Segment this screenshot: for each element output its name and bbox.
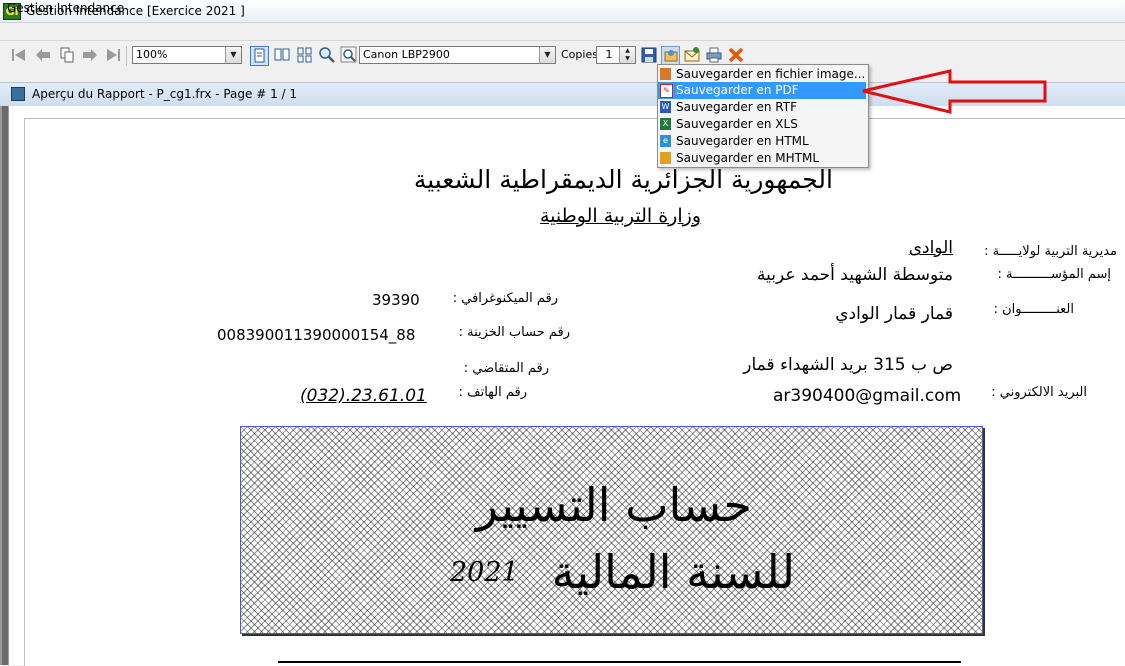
envelope-icon <box>684 47 700 62</box>
image-icon <box>660 68 671 80</box>
phone-value: (032).23.61.01 <box>300 386 427 406</box>
multi-pages-view-button[interactable] <box>296 46 314 64</box>
export-button[interactable] <box>661 46 680 66</box>
single-page-view-button[interactable] <box>250 46 269 66</box>
chevron-down-icon: ▼ <box>539 47 555 63</box>
micro-value: 39390 <box>372 291 420 309</box>
report-title-line1: حساب التسيير <box>475 478 752 532</box>
pages-icon <box>60 47 74 63</box>
address-value: قمار قمار الوادي <box>835 304 953 324</box>
table-top-border <box>278 661 961 663</box>
single-page-icon <box>254 48 265 63</box>
toolbar-separator <box>126 46 127 66</box>
treasury-label: رقم حساب الخزينة : <box>458 325 570 340</box>
institution-value: متوسطة الشهيد أحمد عربية <box>757 265 953 285</box>
annotation-arrow <box>862 69 1047 114</box>
html-icon: e <box>660 135 671 147</box>
menu-gestion-intendance[interactable]: Gestion Intendance <box>7 1 124 15</box>
save-button[interactable] <box>640 46 658 64</box>
printer-value: Canon LBP2900 <box>363 48 450 61</box>
copies-label: Copies <box>561 48 598 61</box>
email-value: ar390400@gmail.com <box>773 386 962 406</box>
micro-label: رقم الميكنوغرافي : <box>452 291 558 306</box>
chevron-down-icon: ▼ <box>225 47 241 63</box>
red-arrow-shape <box>862 69 1047 114</box>
wilaya-label: مديرية التربية لولايـــــة : <box>984 244 1117 259</box>
close-preview-button[interactable] <box>727 46 745 64</box>
wilaya-value: الوادى <box>908 238 953 258</box>
pdf-icon: ✎ <box>660 84 673 98</box>
last-page-icon <box>107 49 120 61</box>
xls-icon: X <box>660 118 671 130</box>
menu-item-save-html[interactable]: e Sauvegarder en HTML <box>658 133 866 150</box>
close-icon <box>728 47 744 63</box>
address-label: العنـــــــــوان : <box>993 302 1074 317</box>
floppy-disk-icon <box>641 47 657 63</box>
spin-arrows-icon: ▲ ▼ <box>619 47 635 63</box>
goto-page-button[interactable] <box>58 46 76 64</box>
copies-stepper[interactable]: 1 ▲ ▼ <box>596 46 636 64</box>
multi-pages-icon <box>297 47 312 63</box>
menu-item-save-rtf[interactable]: W Sauvegarder en RTF <box>658 99 866 116</box>
zoom-button[interactable] <box>318 46 336 64</box>
zoom-value: 100% <box>136 48 168 61</box>
rtf-icon: W <box>660 101 671 113</box>
mhtml-icon <box>660 152 671 164</box>
report-header-ministry: وزارة التربية الوطنية <box>540 205 701 227</box>
copies-value: 1 <box>605 48 613 61</box>
report-title-line2: للسنة المالية <box>551 545 795 599</box>
print-button[interactable] <box>705 46 723 64</box>
find-icon <box>340 46 357 63</box>
last-page-button[interactable] <box>104 46 122 64</box>
first-page-icon <box>12 49 25 61</box>
previous-page-icon <box>36 49 50 61</box>
phone-label: رقم الهاتف : <box>458 385 527 400</box>
export-icon <box>664 50 678 62</box>
first-page-button[interactable] <box>10 46 28 64</box>
save-format-menu: Sauvegarder en fichier image... ✎ Sauveg… <box>657 64 869 168</box>
preview-title: Aperçu du Rapport - P_cg1.frx - Page # 1… <box>32 87 298 101</box>
zoom-select[interactable]: 100% ▼ <box>132 46 242 64</box>
email-label: البريد الالكتروني : <box>991 385 1087 400</box>
report-header-country: الجمهورية الجزائرية الديمقراطية الشعبية <box>413 165 833 194</box>
next-page-icon <box>83 49 97 61</box>
address-line2: ص ب 315 بريد الشهداء قمار <box>743 355 953 375</box>
printer-select[interactable]: Canon LBP2900 ▼ <box>359 46 556 64</box>
two-pages-icon <box>274 48 290 61</box>
find-button[interactable] <box>340 46 358 64</box>
report-icon <box>11 87 25 101</box>
magnifier-icon <box>319 47 335 63</box>
menu-item-save-mhtml[interactable]: Sauvegarder en MHTML <box>658 150 866 167</box>
report-year: 2021 <box>450 557 519 588</box>
menu-bar <box>0 23 1125 41</box>
institution-label: إسم المؤســــــــــة : <box>997 267 1111 282</box>
menu-item-save-xls[interactable]: X Sauvegarder en XLS <box>658 116 866 133</box>
next-page-button[interactable] <box>81 46 99 64</box>
two-pages-view-button[interactable] <box>273 46 291 64</box>
menu-item-save-image[interactable]: Sauvegarder en fichier image... <box>658 66 866 83</box>
menu-item-save-pdf[interactable]: ✎ Sauvegarder en PDF <box>658 82 866 99</box>
printer-icon <box>706 47 722 63</box>
treasury-value: 008390011390000154_88 <box>217 326 416 344</box>
previous-page-button[interactable] <box>34 46 52 64</box>
litigant-label: رقم المتقاضي : <box>463 361 549 376</box>
email-button[interactable] <box>683 46 701 64</box>
